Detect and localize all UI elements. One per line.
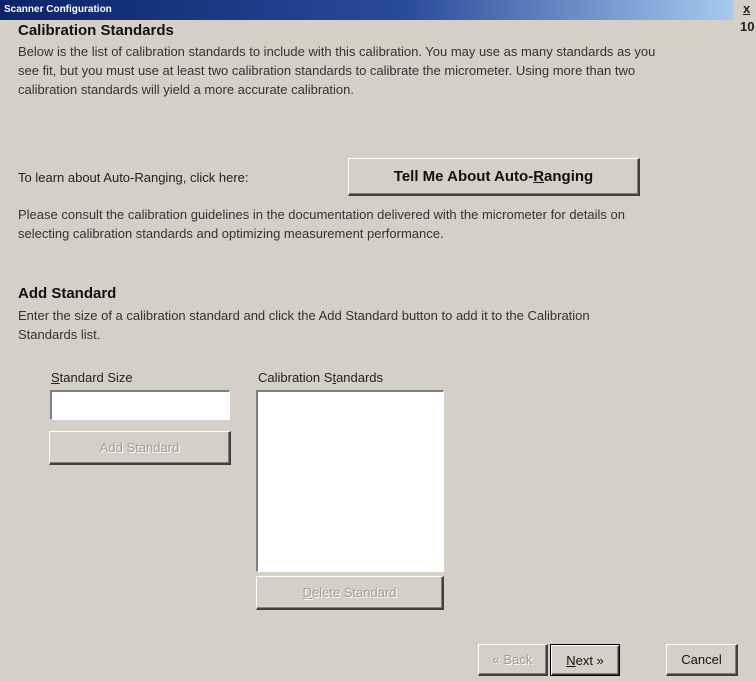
delete-standard-button[interactable]: Delete Standard (256, 576, 444, 610)
cancel-button[interactable]: Cancel (666, 644, 738, 676)
standard-size-label-key: S (51, 370, 60, 385)
corner-number: 10 (740, 19, 755, 34)
window-title: Scanner Configuration (4, 4, 112, 15)
add-standard-heading: Add Standard (18, 285, 117, 302)
auto-ranging-button[interactable]: Tell Me About Auto- Ranging (348, 158, 640, 196)
close-icon[interactable]: x (743, 1, 750, 16)
next-button[interactable]: Next » (550, 644, 620, 676)
standard-size-field[interactable] (50, 390, 230, 420)
add-standard-button[interactable]: Add Standard (49, 431, 231, 465)
standard-size-label: Standard Size (51, 370, 133, 385)
calibration-standards-list[interactable] (256, 390, 444, 572)
calibration-heading: Calibration Standards (18, 22, 174, 39)
title-bar: Scanner Configuration (0, 0, 733, 20)
auto-ranging-label-post: anging (544, 168, 594, 185)
calibration-intro-text: Below is the list of calibration standar… (18, 44, 656, 97)
delete-standard-label-key: D (302, 585, 312, 600)
delete-standard-label-rest: elete Standard (311, 585, 397, 600)
cal-standards-label-pre: Calibration S (258, 370, 333, 385)
auto-ranging-label-key: R (533, 168, 545, 185)
guidelines-text: Please consult the calibration guideline… (18, 207, 626, 241)
back-button[interactable]: « Back (478, 644, 548, 676)
next-label-rest: ext » (575, 652, 604, 668)
add-standard-instructions: Enter the size of a calibration standard… (18, 308, 590, 342)
standard-size-input[interactable] (52, 392, 229, 419)
calibration-standards-label: Calibration Standards (258, 370, 383, 385)
next-label-key: N (566, 652, 576, 668)
autorange-prompt: To learn about Auto-Ranging, click here: (18, 170, 249, 185)
cal-standards-label-post: andards (336, 370, 384, 385)
standard-size-label-rest: tandard Size (59, 370, 133, 385)
auto-ranging-label-pre: Tell Me About Auto- (393, 168, 534, 185)
